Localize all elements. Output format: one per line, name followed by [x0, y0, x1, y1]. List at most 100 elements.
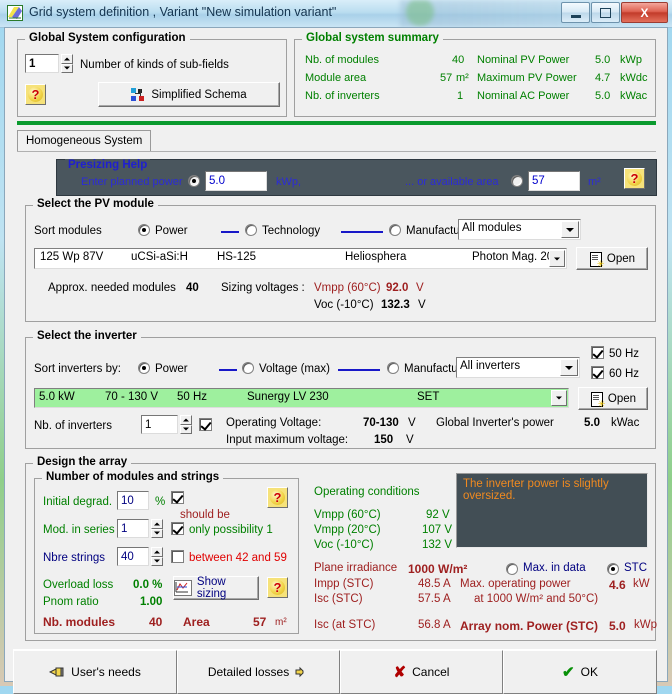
nbre-strings-stepper-down[interactable] — [151, 556, 163, 566]
users-needs-icon — [49, 666, 65, 678]
minimize-button[interactable] — [561, 2, 590, 23]
module-filter-value: All modules — [462, 222, 522, 234]
maximize-button[interactable] — [591, 2, 620, 23]
nbre-strings-label: Nbre strings — [43, 552, 105, 564]
array-nom-power-unit: kWp — [634, 619, 657, 631]
subfields-stepper[interactable] — [61, 54, 73, 73]
summary-unit-maximum-pv-power: kWdc — [620, 72, 648, 84]
pointing-hand-icon — [295, 666, 309, 678]
nb-inverters-stepper-down[interactable] — [180, 424, 192, 434]
modules-strings-help-button[interactable]: ? — [267, 487, 288, 508]
max-in-data-radio[interactable] — [506, 563, 518, 575]
isc-stc-label: Isc (STC) — [314, 593, 363, 605]
array-nom-power-label: Array nom. Power (STC) — [460, 619, 599, 633]
title-bar: Grid system definition , Variant "New si… — [0, 0, 672, 28]
nb-inverters-auto-checkbox[interactable] — [199, 418, 212, 431]
inverter-filter-combo[interactable]: All inverters — [456, 357, 580, 378]
chevron-down-icon — [64, 66, 70, 70]
chevron-down-icon[interactable] — [560, 359, 578, 376]
design-the-array-group: Design the array Number of modules and s… — [25, 456, 657, 641]
mod-in-series-stepper-down[interactable] — [151, 528, 163, 538]
global-system-configuration-group: Global System configuration Number of ki… — [17, 32, 287, 117]
available-area-radio[interactable] — [511, 175, 523, 187]
pv-module-open-button[interactable]: ✳ Open — [576, 247, 648, 270]
summary-label-nominal-pv-power: Nominal PV Power — [477, 54, 570, 66]
plane-irradiance-label: Plane irradiance — [314, 562, 398, 574]
nb-inverters-input[interactable] — [141, 415, 178, 434]
users-needs-button[interactable]: User's needs — [13, 650, 177, 694]
pv-module-combo[interactable]: 125 Wp 87V uCSi-aSi:H HS-125 Heliosphera… — [34, 248, 567, 269]
inverter-filter-value: All inverters — [460, 360, 521, 372]
summary-label-module-area: Module area — [305, 72, 367, 84]
sort-inverters-power-label: Power — [155, 363, 188, 375]
global-config-help-button[interactable]: ? — [25, 84, 46, 105]
inverter-open-button[interactable]: ✳ Open — [578, 387, 648, 410]
presizing-help-button[interactable]: ? — [624, 168, 645, 189]
close-icon: ✘ — [393, 663, 407, 681]
tab-homogeneous-system-label: Homogeneous System — [26, 135, 143, 147]
sort-modules-technology-radio[interactable] — [245, 224, 257, 236]
detailed-losses-button[interactable]: Detailed losses — [177, 650, 340, 694]
planned-power-unit: kWp, — [276, 176, 302, 188]
planned-power-input[interactable] — [205, 171, 267, 191]
available-area-input[interactable] — [528, 171, 580, 191]
sort-modules-power-radio[interactable] — [138, 224, 150, 236]
presizing-help-caption: Presizing Help — [65, 159, 151, 171]
planned-power-label: Enter planned power — [81, 176, 183, 188]
stc-label: STC — [624, 562, 647, 574]
accent-separator-bar — [17, 121, 656, 125]
ok-button[interactable]: ✔ OK — [503, 650, 657, 694]
only-possibility-checkbox[interactable] — [171, 522, 184, 535]
global-inverter-power-value: 5.0 — [584, 417, 600, 429]
vmpp-60c-value: 92.0 — [386, 282, 409, 294]
between-range-checkbox[interactable] — [171, 550, 184, 563]
dialog-client-area: Global System configuration Number of ki… — [4, 27, 668, 694]
help-icon: ? — [270, 580, 285, 595]
module-filter-combo[interactable]: All modules — [458, 219, 581, 240]
inverter-combo[interactable]: 5.0 kW 70 - 130 V 50 Hz Sunergy LV 230 S… — [34, 388, 569, 408]
nb-inverters-stepper-up[interactable] — [180, 415, 192, 425]
show-sizing-button[interactable]: Show sizing — [173, 576, 259, 600]
mod-in-series-input[interactable] — [117, 519, 149, 538]
sort-modules-manufacturer-radio[interactable] — [389, 224, 401, 236]
cancel-button[interactable]: ✘ Cancel — [340, 650, 503, 694]
chevron-down-icon[interactable] — [561, 221, 579, 238]
stc-radio[interactable] — [607, 563, 619, 575]
chevron-down-icon[interactable] — [549, 250, 565, 267]
sizing-help-button[interactable]: ? — [267, 577, 288, 598]
simplified-schema-button[interactable]: Simplified Schema — [98, 82, 280, 107]
planned-power-radio[interactable] — [188, 175, 200, 187]
inverter-open-label: Open — [607, 392, 637, 405]
pnom-ratio-label: Pnom ratio — [43, 596, 99, 608]
nb-inverters-stepper[interactable] — [180, 415, 192, 434]
initial-degrad-checkbox[interactable] — [171, 491, 184, 504]
sort-modules-technology-label: Technology — [262, 225, 321, 237]
subfields-stepper-up[interactable] — [61, 54, 73, 64]
select-inverter-caption: Select the inverter — [33, 330, 141, 342]
available-area-label: ... or available area — [405, 176, 499, 188]
select-pv-module-group: Select the PV module Sort modules Power … — [25, 198, 656, 322]
sort-inverters-manufacturer-radio[interactable] — [387, 362, 399, 374]
sort-inverters-voltage-radio[interactable] — [242, 362, 254, 374]
nbre-strings-input[interactable] — [117, 547, 149, 566]
nbre-strings-stepper-up[interactable] — [151, 547, 163, 557]
mod-in-series-stepper[interactable] — [151, 519, 163, 538]
nbre-strings-stepper[interactable] — [151, 547, 163, 566]
initial-degrad-input[interactable] — [117, 491, 149, 510]
array-area-label: Area — [183, 615, 210, 629]
open-file-icon: ✳ — [589, 251, 604, 268]
freq-60hz-checkbox[interactable] — [591, 366, 604, 379]
close-button[interactable]: X — [621, 2, 668, 23]
inverter-warning-message: The inverter power is slightly oversized… — [456, 473, 648, 548]
summary-value-nb-modules: 40 — [452, 54, 465, 66]
tab-homogeneous-system[interactable]: Homogeneous System — [17, 130, 152, 151]
sort-inverters-power-radio[interactable] — [138, 362, 150, 374]
should-be-label: should be — [180, 509, 230, 521]
voc-minus10c-unit: V — [418, 299, 426, 311]
chevron-down-icon[interactable] — [551, 390, 567, 406]
subfields-input[interactable] — [25, 54, 59, 73]
mod-in-series-stepper-up[interactable] — [151, 519, 163, 529]
subfields-stepper-down[interactable] — [61, 63, 73, 73]
freq-50hz-checkbox[interactable] — [591, 346, 604, 359]
chart-icon — [174, 580, 192, 596]
